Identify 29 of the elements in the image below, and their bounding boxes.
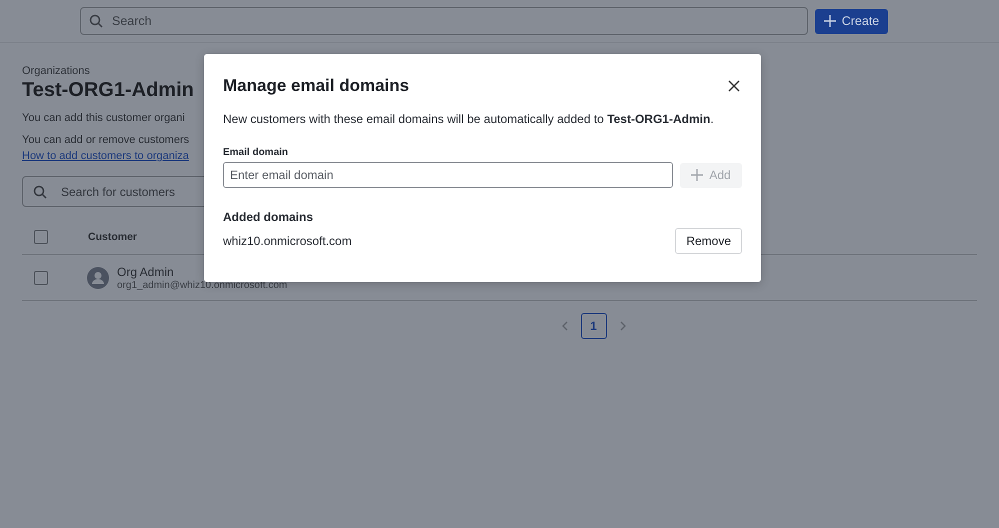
customer-name: Org Admin [117,264,175,278]
select-all-checkbox[interactable] [34,230,48,244]
dialog-description: New customers with these email domains will be automatically added to Test-ORG1-Admin. [223,112,715,126]
close-button[interactable] [726,78,742,94]
description-text: You can add this customer organi [22,112,185,124]
field-label: Email domain [223,147,290,158]
row-checkbox[interactable] [34,270,48,284]
help-link[interactable]: How to add customers to organiza [22,150,189,162]
plus-icon [824,15,836,27]
customer-email: org1_admin@whiz10.onmicrosoft.com [117,280,288,290]
search-icon [33,184,47,198]
close-icon [728,80,740,92]
remove-button[interactable]: Remove [675,228,742,254]
search-icon [89,14,103,28]
email-domain-field[interactable]: Enter email domain [223,162,673,188]
section-title: Added domains [223,210,314,224]
chevron-right-icon[interactable] [618,321,626,331]
column-header: Customer [88,230,138,242]
create-button[interactable]: Create [815,8,888,34]
avatar-icon [87,266,109,288]
domain-name: whiz10.onmicrosoft.com [223,234,352,248]
plus-icon [691,169,704,181]
dialog-title: Manage email domains [223,76,410,96]
breadcrumb: Organizations [22,65,91,77]
description-text: You can add or remove customers [22,134,190,146]
page-title: Test-ORG1-Admin [22,79,194,102]
chevron-left-icon[interactable] [560,321,568,331]
search-field[interactable]: Search [80,7,808,35]
page-button[interactable]: 1 [580,313,606,339]
